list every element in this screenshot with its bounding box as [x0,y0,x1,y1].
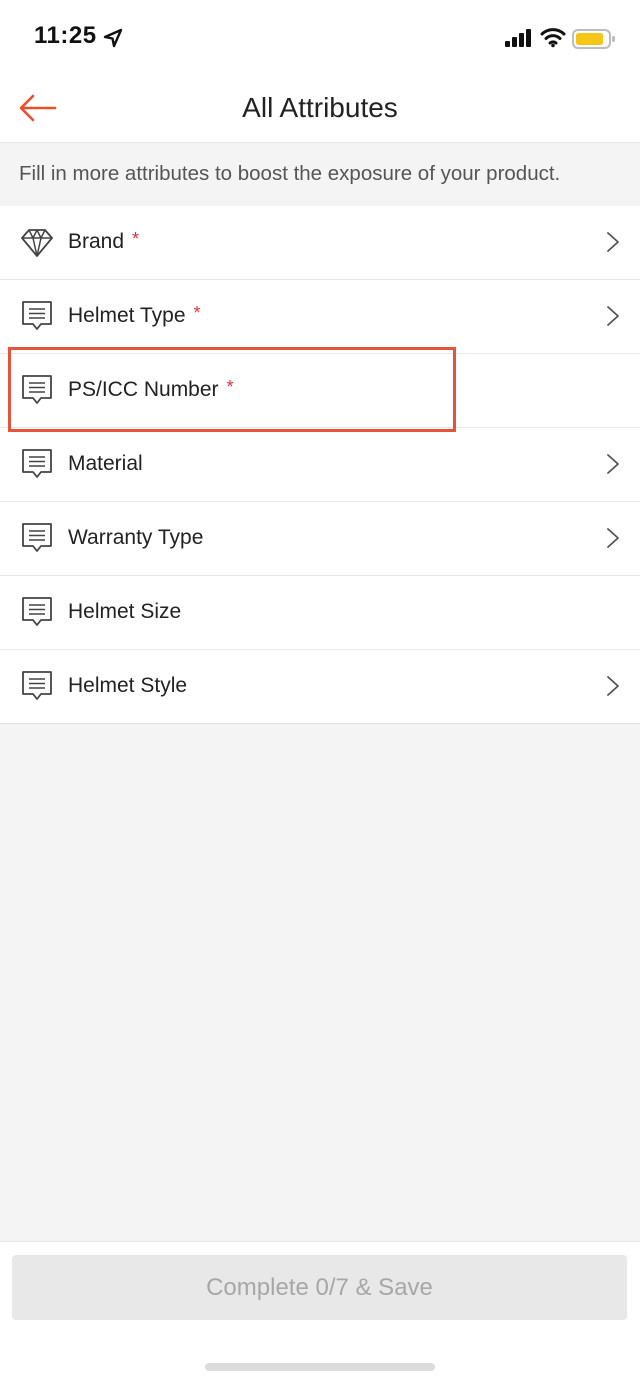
message-icon [22,449,52,478]
location-arrow-icon [103,28,123,48]
attribute-row-ps-icc-number[interactable]: PS/ICC Number * [0,354,640,428]
bottom-bar: Complete 0/7 & Save [0,1241,640,1386]
message-icon [22,301,52,330]
cellular-signal-icon [505,29,531,47]
attribute-row-helmet-style[interactable]: Helmet Style [0,650,640,724]
page-title: All Attributes [242,92,398,123]
attribute-label: Helmet Style [68,674,188,697]
chevron-right-icon [607,676,619,696]
hint-text: Fill in more attributes to boost the exp… [19,162,561,185]
message-icon [22,375,52,404]
message-icon [22,523,52,552]
attribute-row-brand[interactable]: Brand * [0,206,640,280]
chevron-right-icon [607,528,619,548]
attribute-label: Helmet Type * [68,303,201,327]
attribute-row-helmet-size[interactable]: Helmet Size [0,576,640,650]
message-icon [22,597,52,626]
attribute-label: Helmet Size [68,600,182,623]
chevron-right-icon [607,306,619,326]
required-mark: * [132,229,140,249]
attribute-label: Warranty Type [68,526,204,549]
message-icon [22,671,52,700]
chevron-right-icon [607,232,619,252]
attribute-list: Brand * Helmet Type * PS/ICC Number * Mater… [0,206,640,724]
status-time: 11:25 [34,22,97,49]
attribute-row-warranty-type[interactable]: Warranty Type [0,502,640,576]
complete-save-button[interactable]: Complete 0/7 & Save [12,1255,627,1320]
battery-icon [572,29,615,49]
required-mark: * [193,303,201,323]
required-mark: * [226,377,234,397]
chevron-right-icon [607,454,619,474]
nav-header: All Attributes [0,74,640,143]
attribute-label: Brand * [68,229,140,253]
attribute-row-helmet-type[interactable]: Helmet Type * [0,280,640,354]
status-bar: 11:25 [0,0,640,74]
home-indicator [205,1363,435,1371]
attribute-label: PS/ICC Number * [68,377,234,401]
diamond-icon [21,229,53,257]
attribute-row-material[interactable]: Material [0,428,640,502]
attribute-label: Material [68,452,143,475]
hint-banner: Fill in more attributes to boost the exp… [0,143,640,205]
wifi-icon [540,28,566,48]
